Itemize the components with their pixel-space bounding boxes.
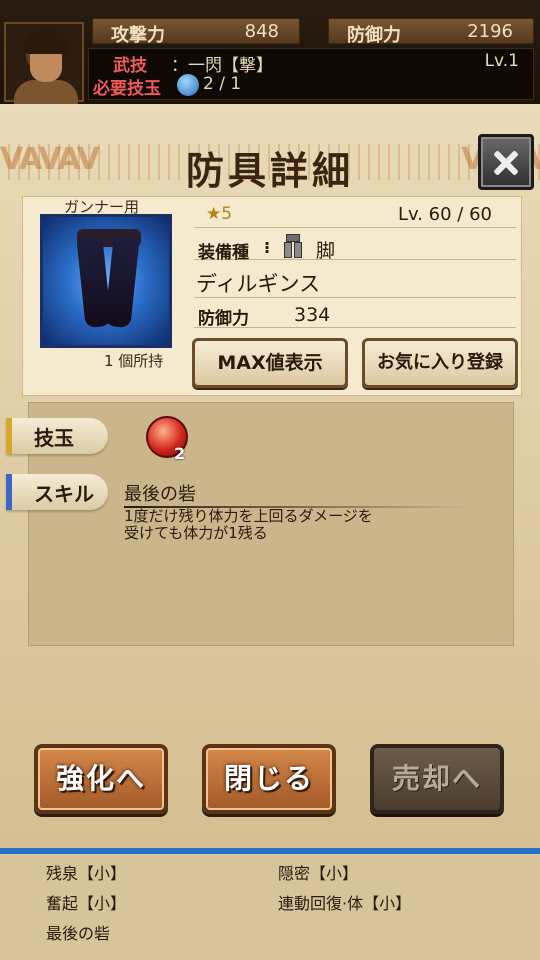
equip-type-value: 脚: [316, 240, 336, 262]
attack-label: 攻撃力: [111, 25, 165, 46]
armor-name: ディルギンス: [196, 272, 321, 296]
leg-armor-icon: [280, 232, 306, 260]
gem-tag: 技玉: [6, 418, 108, 454]
defense-value: 334: [294, 304, 331, 326]
star-icon: ★: [206, 204, 222, 224]
gem-count: 2: [174, 444, 186, 463]
required-gem-value: 2 / 1: [203, 74, 242, 94]
list-item: 奮起【小】: [46, 894, 127, 913]
defense-stat: 防御力 2196: [328, 18, 534, 46]
armor-level: Lv. 60 / 60: [397, 204, 492, 225]
defense-value: 2196: [467, 21, 513, 42]
skill-value: ：一閃【撃】: [171, 56, 273, 76]
required-gem-label: 必要技玉: [93, 79, 161, 99]
skill-list: 残泉【小】 奮起【小】 最後の砦 隠密【小】 連動回復·体【小】: [0, 848, 540, 960]
list-item: 隠密【小】: [278, 864, 359, 883]
close-icon[interactable]: [478, 134, 534, 190]
skill-description: 1度だけ残り体力を上回るダメージを 受けても体力が1残る: [124, 508, 373, 542]
list-item: 連動回復·体【小】: [278, 894, 412, 913]
skill-name: 最後の砦: [124, 484, 196, 505]
skill-label: 武技: [113, 56, 147, 76]
rarity: ★5: [206, 204, 232, 224]
status-bar: 攻撃力 848 防御力 2196 武技 ：一閃【撃】 Lv.1 必要技玉 2 /…: [0, 0, 540, 104]
equip-type-label: 装備種: [198, 243, 249, 263]
water-gem-icon: [177, 74, 199, 96]
skill-desc-line-1: 1度だけ残り体力を上回るダメージを: [124, 507, 373, 525]
list-item: 残泉【小】: [46, 864, 127, 883]
skill-level: Lv.1: [484, 51, 519, 71]
avatar[interactable]: [4, 22, 84, 104]
skill-label: スキル: [34, 482, 94, 506]
armor-detail-panel: VAVAV VAVA 防具詳細 ガンナー用 1 個所持 ★5 Lv. 60 / …: [0, 104, 540, 848]
enhance-button[interactable]: 強化へ: [34, 744, 168, 814]
armor-image: [40, 214, 172, 348]
close-button[interactable]: 閉じる: [202, 744, 336, 814]
defense-label: 防御力: [198, 309, 249, 329]
favorite-button[interactable]: お気に入り登録: [362, 338, 518, 388]
defense-label: 防御力: [347, 25, 401, 46]
max-value-button[interactable]: MAX値表示: [192, 338, 348, 388]
attack-stat: 攻撃力 848: [92, 18, 300, 46]
attack-value: 848: [244, 21, 279, 42]
sell-button[interactable]: 売却へ: [370, 744, 504, 814]
panel-title: 防具詳細: [185, 149, 354, 193]
gem-label: 技玉: [34, 426, 74, 450]
rarity-value: 5: [221, 204, 233, 224]
skill-desc-line-2: 受けても体力が1残る: [124, 524, 268, 542]
owned-count: 1 個所持: [104, 352, 164, 370]
list-item: 最後の砦: [46, 924, 111, 943]
skill-info: 武技 ：一閃【撃】 Lv.1 必要技玉 2 / 1: [88, 48, 534, 100]
colon-icon: ⁝: [264, 238, 271, 257]
skill-tag: スキル: [6, 474, 108, 510]
